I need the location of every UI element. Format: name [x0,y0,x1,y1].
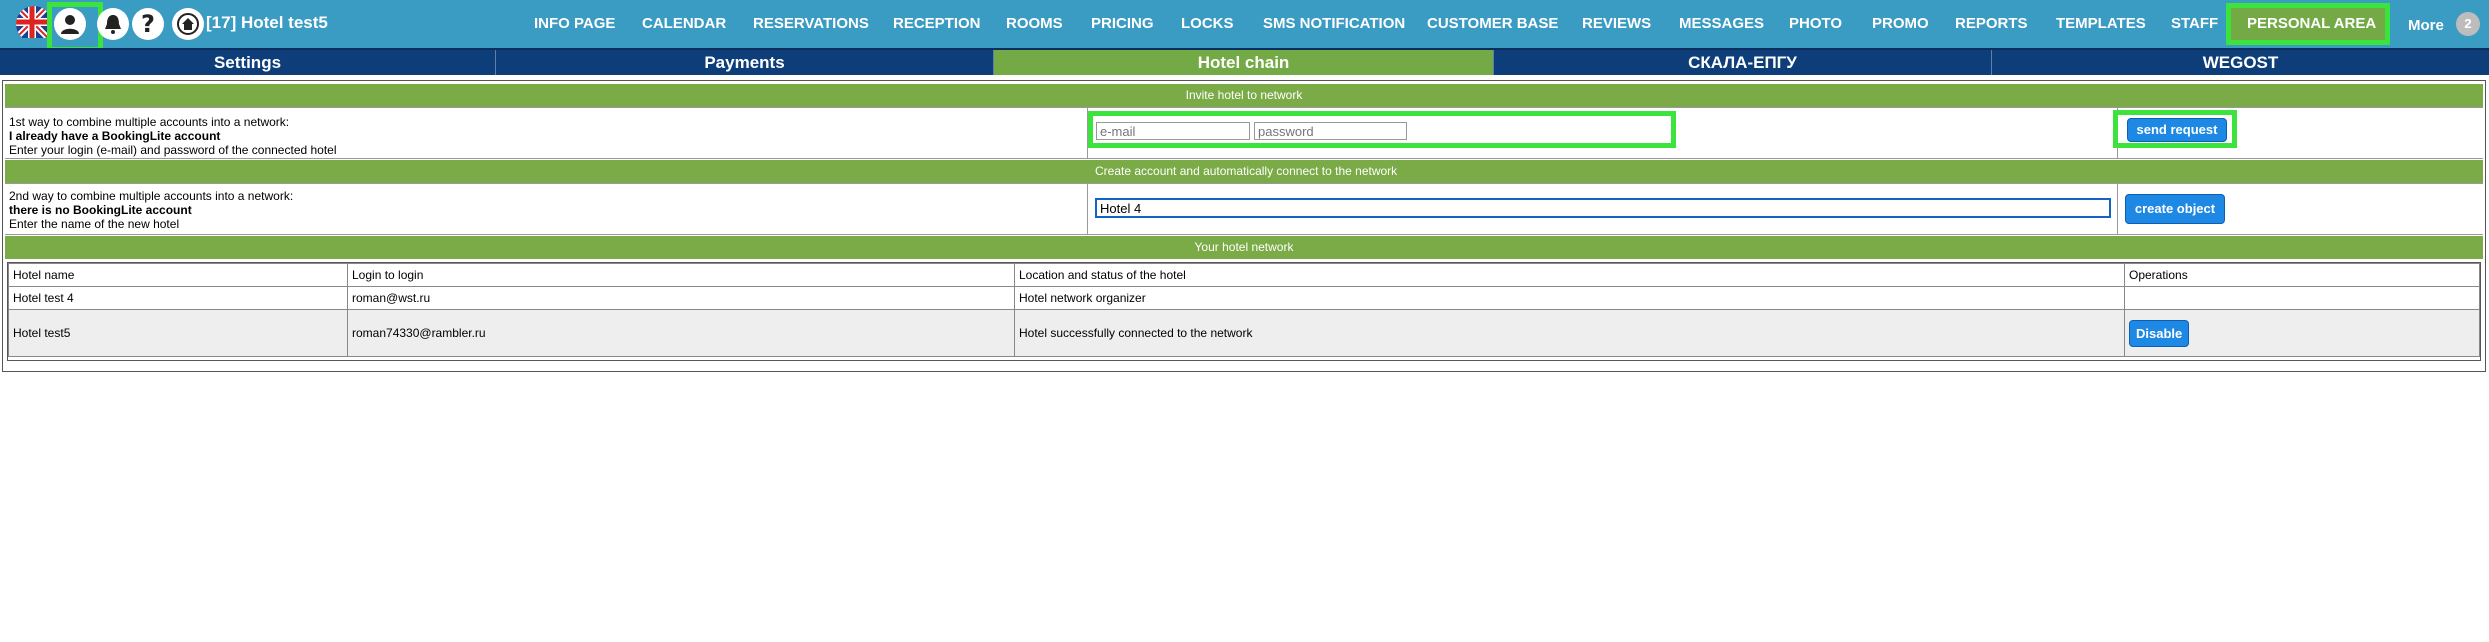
tab-hotel-chain[interactable]: Hotel chain [994,50,1494,75]
table-header-row: Hotel name Login to login Location and s… [8,263,2480,287]
disable-button[interactable]: Disable [2129,319,2190,347]
create-band: Create account and automatically connect… [5,160,2483,183]
credentials-highlight [1088,111,1676,148]
divider [1087,184,1088,234]
nav-rooms[interactable]: ROOMS [1006,15,1063,32]
nav-info-page[interactable]: INFO PAGE [534,15,615,32]
invite-row: 1st way to combine multiple accounts int… [5,107,2483,159]
tab-settings[interactable]: Settings [0,50,496,75]
tab-skala-epgu[interactable]: СКАЛА-ЕПГУ [1494,50,1992,75]
nav-photo[interactable]: PHOTO [1789,15,1842,32]
column-header: Login to login [347,263,1015,287]
nav-templates[interactable]: TEMPLATES [2056,15,2146,32]
create-description: 2nd way to combine multiple accounts int… [9,189,293,231]
nav-calendar[interactable]: CALENDAR [642,15,726,32]
network-table: Hotel name Login to login Location and s… [8,263,2480,357]
create-object-button[interactable]: create object [2125,194,2225,224]
create-line-3: Enter the name of the new hotel [9,217,180,231]
new-hotel-name-input[interactable] [1095,198,2111,218]
network-band-title: Your hotel network [1194,240,1294,254]
nav-customer-base[interactable]: CUSTOMER BASE [1427,15,1558,32]
nav-reports[interactable]: REPORTS [1955,15,2028,32]
top-navigation-bar: ? [17] Hotel test5 INFO PAGE CALENDAR RE… [0,0,2489,52]
nav-promo[interactable]: PROMO [1872,15,1929,32]
table-row: Hotel test5 roman74330@rambler.ru Hotel … [8,309,2480,357]
invite-line-1: 1st way to combine multiple accounts int… [9,115,290,129]
send-request-highlight [2113,110,2237,148]
table-row: Hotel test 4 roman@wst.ru Hotel network … [8,286,2480,310]
nav-reception[interactable]: RECEPTION [893,15,981,32]
operations-cell: Disable [2124,309,2480,357]
nav-locks[interactable]: LOCKS [1181,15,1234,32]
column-header: Hotel name [8,263,348,287]
nav-more[interactable]: More [2408,17,2444,34]
divider [2117,184,2118,234]
create-band-title: Create account and automatically connect… [1095,164,1398,178]
sub-tabs: Settings Payments Hotel chain СКАЛА-ЕПГУ… [0,48,2489,75]
status-cell: Hotel successfully connected to the netw… [1014,309,2125,357]
nav-reviews[interactable]: REVIEWS [1582,15,1651,32]
invite-line-2: I already have a BookingLite account [9,129,221,143]
login-cell: roman@wst.ru [347,286,1015,310]
nav-reservations[interactable]: RESERVATIONS [753,15,869,32]
main-nav: INFO PAGE CALENDAR RESERVATIONS RECEPTIO… [0,0,2489,48]
more-count-badge: 2 [2456,12,2480,36]
nav-messages[interactable]: MESSAGES [1679,15,1764,32]
nav-staff[interactable]: STAFF [2171,15,2218,32]
column-header: Location and status of the hotel [1014,263,2125,287]
create-line-2: there is no BookingLite account [9,203,192,217]
invite-band: Invite hotel to network [5,84,2483,107]
tab-payments[interactable]: Payments [496,50,994,75]
network-table-frame: Hotel name Login to login Location and s… [7,262,2481,361]
hotel-name-cell: Hotel test5 [8,309,348,357]
nav-personal-area[interactable]: PERSONAL AREA [2247,15,2376,32]
hotel-name-cell: Hotel test 4 [8,286,348,310]
status-cell: Hotel network organizer [1014,286,2125,310]
nav-sms-notification[interactable]: SMS NOTIFICATION [1263,15,1405,32]
tab-wegost[interactable]: WEGOST [1992,50,2489,75]
invite-description: 1st way to combine multiple accounts int… [9,115,337,157]
nav-pricing[interactable]: PRICING [1091,15,1154,32]
invite-band-title: Invite hotel to network [1185,88,1303,102]
network-band: Your hotel network [5,236,2483,259]
invite-line-3: Enter your login (e-mail) and password o… [9,143,337,157]
create-row: 2nd way to combine multiple accounts int… [5,183,2483,235]
login-cell: roman74330@rambler.ru [347,309,1015,357]
operations-cell [2124,286,2480,310]
hotel-chain-panel: Invite hotel to network 1st way to combi… [2,80,2486,372]
column-header: Operations [2124,263,2480,287]
create-line-1: 2nd way to combine multiple accounts int… [9,189,294,203]
